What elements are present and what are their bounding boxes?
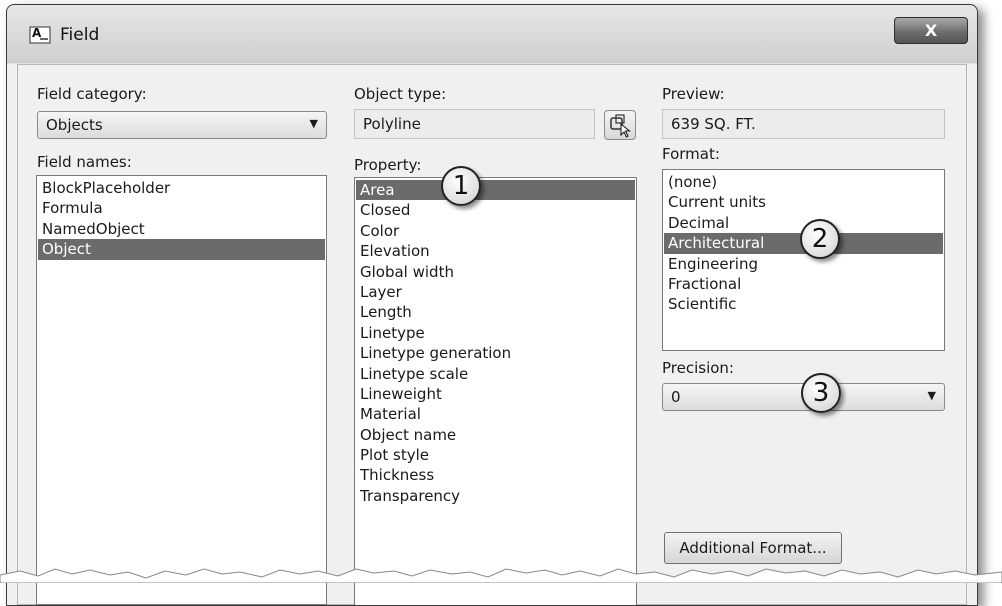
property-item[interactable]: Elevation [356, 241, 635, 261]
field-names-item[interactable]: Formula [38, 198, 325, 218]
field-names-label: Field names: [37, 153, 132, 171]
property-label: Property: [354, 156, 422, 174]
svg-text:A: A [32, 26, 42, 40]
dialog-body: Field category: Objects ▼ Field names: B… [17, 64, 967, 605]
property-item[interactable]: Object name [356, 425, 635, 445]
precision-value: 0 [671, 388, 681, 406]
property-item[interactable]: Transparency [356, 486, 635, 506]
chevron-down-icon: ▼ [927, 389, 936, 402]
select-object-button[interactable] [604, 110, 636, 140]
property-item[interactable]: Closed [356, 200, 635, 220]
callout-3: 3 [801, 373, 841, 413]
property-item[interactable]: Global width [356, 262, 635, 282]
precision-label: Precision: [662, 359, 734, 377]
field-category-value: Objects [46, 116, 103, 134]
property-item[interactable]: Area [356, 180, 635, 201]
property-item[interactable]: Linetype scale [356, 364, 635, 384]
format-list[interactable]: (none) Current units Decimal Architectural E… [662, 169, 945, 351]
property-item[interactable]: Lineweight [356, 384, 635, 404]
field-category-label: Field category: [37, 85, 147, 103]
format-item[interactable]: Fractional [664, 274, 943, 294]
format-label: Format: [662, 145, 720, 163]
select-object-icon [610, 114, 631, 138]
object-type-label: Object type: [354, 85, 447, 103]
format-item[interactable]: Scientific [664, 294, 943, 314]
chevron-down-icon: ▼ [309, 117, 318, 130]
property-item[interactable]: Material [356, 404, 635, 424]
callout-1: 1 [441, 166, 481, 206]
format-item[interactable]: Engineering [664, 254, 943, 274]
property-item[interactable]: Plot style [356, 445, 635, 465]
field-app-icon: A [29, 26, 51, 44]
title-bar: A Field X [7, 5, 977, 63]
property-item[interactable]: Linetype [356, 323, 635, 343]
object-type-field: Polyline [354, 109, 595, 139]
torn-edge-decoration [0, 568, 1002, 583]
property-item[interactable]: Thickness [356, 465, 635, 485]
format-item[interactable]: (none) [664, 172, 943, 192]
preview-value: 639 SQ. FT. [671, 115, 756, 133]
property-item[interactable]: Length [356, 302, 635, 322]
field-names-item[interactable]: BlockPlaceholder [38, 178, 325, 198]
field-category-dropdown[interactable]: Objects ▼ [37, 111, 327, 139]
format-item[interactable]: Current units [664, 192, 943, 212]
field-names-list[interactable]: BlockPlaceholder Formula NamedObject Object [36, 175, 327, 605]
property-item[interactable]: Linetype generation [356, 343, 635, 363]
field-dialog: A Field X Field category: Objects ▼ Fiel… [6, 4, 978, 606]
preview-label: Preview: [662, 85, 725, 103]
close-button[interactable]: X [894, 17, 968, 44]
object-type-value: Polyline [363, 115, 421, 133]
close-icon: X [924, 21, 938, 40]
property-item[interactable]: Color [356, 221, 635, 241]
field-names-item[interactable]: NamedObject [38, 219, 325, 239]
property-list[interactable]: Area Closed Color Elevation Global width Laye… [354, 177, 637, 605]
preview-field: 639 SQ. FT. [662, 109, 945, 139]
field-names-item[interactable]: Object [38, 239, 325, 260]
callout-2: 2 [800, 219, 840, 259]
dialog-title: Field [60, 25, 100, 45]
property-item[interactable]: Layer [356, 282, 635, 302]
